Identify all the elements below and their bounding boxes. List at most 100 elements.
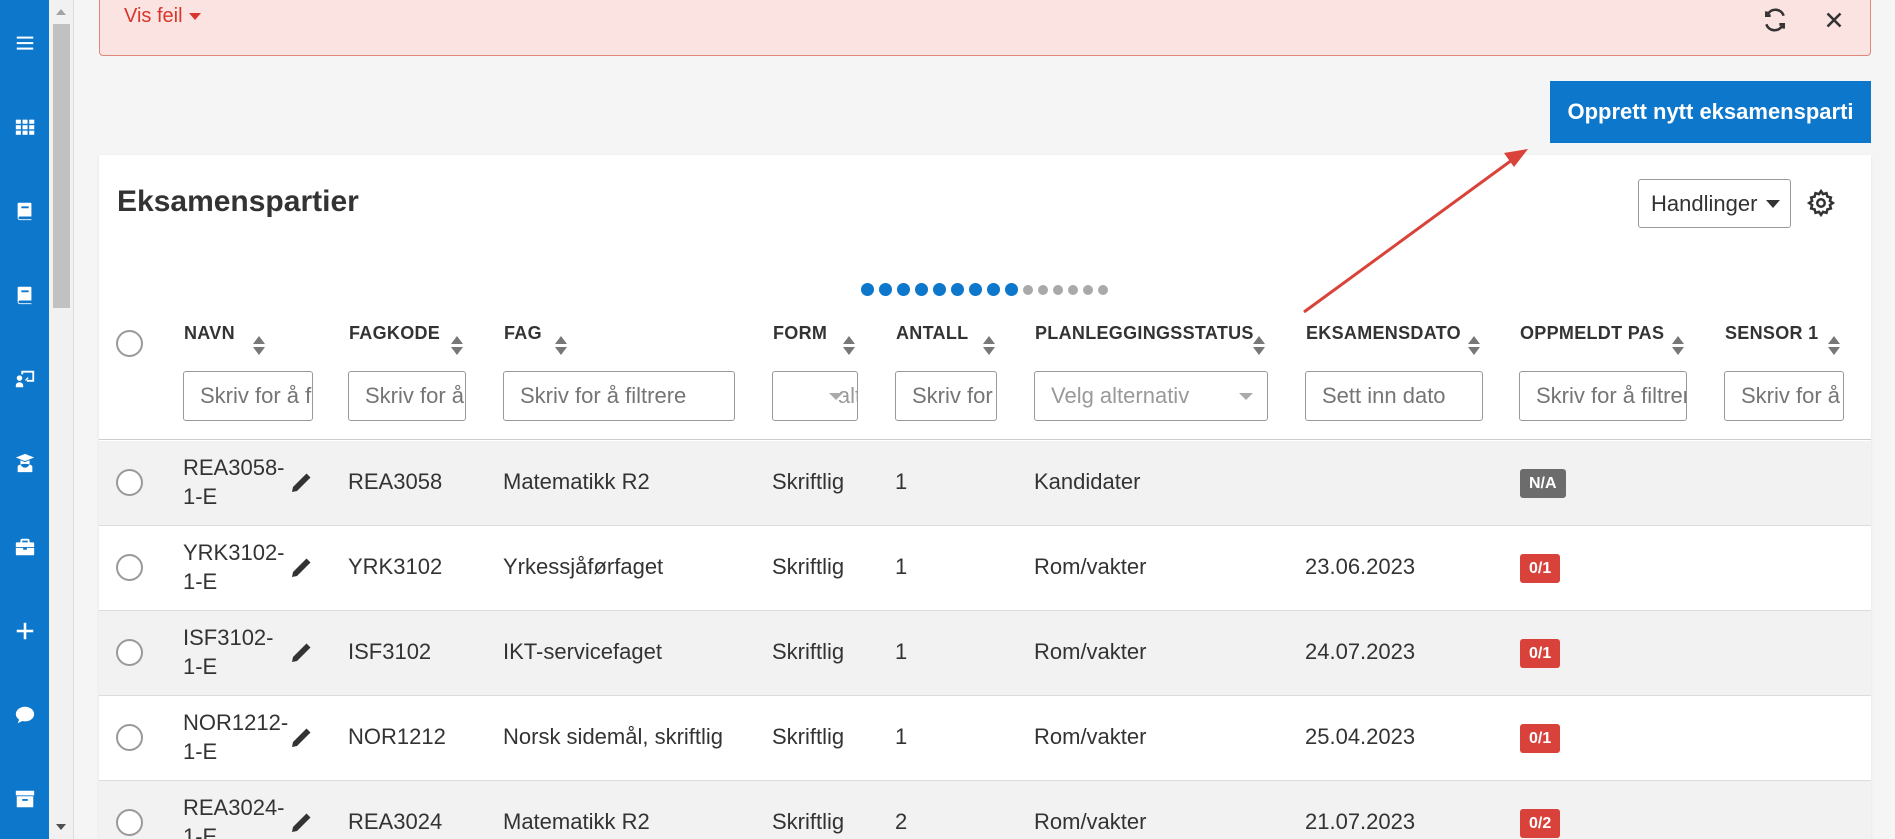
pager-dot[interactable] [861,283,874,296]
row-checkbox[interactable] [116,809,143,836]
chat-icon [15,706,34,724]
chevron-down-icon [829,393,843,400]
edit-icon[interactable] [289,726,313,750]
page-title: Eksamenspartier [117,185,359,218]
sort-icon[interactable] [451,336,463,356]
caret-down-icon [188,13,201,20]
table-row[interactable]: REA3058-1-E REA3058 Matematikk R2 Skriftlig… [99,441,1871,526]
close-icon [1826,12,1842,28]
pager-dot[interactable] [915,283,928,296]
sort-icon[interactable] [1253,336,1265,356]
column-header-fagkode[interactable]: FAGKODE [349,323,440,344]
filter-form-select[interactable]: Velg alternativ [772,371,858,421]
status-badge: 0/1 [1520,554,1561,583]
sidebar-item-book-1[interactable] [0,191,49,231]
sidebar-item-archive[interactable] [0,779,49,819]
gear-icon [1806,188,1836,218]
actions-dropdown[interactable]: Handlinger [1638,179,1791,228]
edit-icon[interactable] [289,556,313,580]
cell-form: Skriftlig [772,809,845,834]
table-row[interactable]: NOR1212-1-E NOR1212 Norsk sidemål, skriftl… [99,696,1871,781]
pager-dot[interactable] [879,283,892,296]
column-header-eksamensdato[interactable]: EKSAMENSDATO [1306,323,1461,344]
table-row[interactable]: YRK3102-1-E YRK3102 Yrkessjåførfaget Skrift… [99,526,1871,611]
filter-navn-input[interactable] [183,371,313,421]
error-banner: Vis feil [99,0,1871,56]
sort-icon[interactable] [555,336,567,356]
status-badge: 0/2 [1520,809,1561,838]
cell-antall: 1 [895,639,908,664]
filter-antall-input[interactable] [895,371,997,421]
column-header-sensor1[interactable]: SENSOR 1 [1725,323,1818,344]
pager-dot[interactable] [987,283,1000,296]
pager-dot[interactable] [1053,285,1063,295]
pager-dot[interactable] [1083,285,1093,295]
table-row[interactable]: ISF3102-1-E ISF3102 IKT-servicefaget Skrift… [99,611,1871,696]
book-icon [17,202,31,221]
column-header-navn[interactable]: NAVN [184,323,235,344]
cell-antall: 2 [895,809,908,834]
scrollbar-thumb[interactable] [53,24,70,308]
filter-oppmeldt-input[interactable] [1519,371,1687,421]
filter-fagkode-input[interactable] [348,371,466,421]
column-header-oppmeldt[interactable]: OPPMELDT PAS [1520,323,1664,344]
pager-dot[interactable] [1038,285,1048,295]
column-label: ANTALL [896,323,969,343]
vertical-scrollbar[interactable] [49,0,74,839]
refresh-button[interactable] [1758,3,1792,37]
sort-icon[interactable] [1828,336,1840,356]
pager-dot[interactable] [1023,285,1033,295]
sort-icon[interactable] [1672,336,1684,356]
pager-dot[interactable] [969,283,982,296]
sidebar-item-menu[interactable] [0,23,49,63]
filter-date-input[interactable] [1305,371,1483,421]
column-pager[interactable] [861,283,1108,296]
sidebar-item-add[interactable] [0,611,49,651]
column-label: SENSOR 1 [1725,323,1819,343]
sidebar-item-graduate[interactable] [0,443,49,483]
row-checkbox[interactable] [116,554,143,581]
filter-sensor1-input[interactable] [1724,371,1844,421]
cell-fag: Matematikk R2 [503,469,650,494]
sidebar-item-chat[interactable] [0,695,49,735]
column-header-planleggingsstatus[interactable]: PLANLEGGINGSSTATUS [1035,323,1254,344]
column-header-antall[interactable]: ANTALL [896,323,968,344]
table-row[interactable]: REA3024-1-E REA3024 Matematikk R2 Skriftlig… [99,781,1871,839]
sort-icon[interactable] [843,336,855,356]
sidebar-item-dashboard[interactable] [0,107,49,147]
cell-fag: Yrkessjåførfaget [503,554,664,579]
scroll-down-icon[interactable] [56,824,66,830]
sidebar-item-book-2[interactable] [0,275,49,315]
pager-dot[interactable] [897,283,910,296]
row-checkbox[interactable] [116,469,143,496]
pager-dot[interactable] [1098,285,1108,295]
sidebar-item-teacher[interactable] [0,359,49,399]
filter-fag-input[interactable] [503,371,735,421]
row-checkbox[interactable] [116,724,143,751]
select-all-checkbox[interactable] [116,330,143,357]
graduate-icon [15,453,34,473]
settings-button[interactable] [1806,188,1836,218]
column-label: PLANLEGGINGSSTATUS [1035,323,1254,343]
pager-dot[interactable] [1005,283,1018,296]
sort-icon[interactable] [983,336,995,356]
pager-dot[interactable] [951,283,964,296]
refresh-icon [1765,8,1785,32]
column-header-form[interactable]: FORM [773,323,827,344]
edit-icon[interactable] [289,471,313,495]
scroll-up-icon[interactable] [56,9,66,15]
sort-icon[interactable] [1468,336,1480,356]
sidebar-item-briefcase[interactable] [0,527,49,567]
create-exam-group-button[interactable]: Opprett nytt eksamensparti [1550,81,1871,143]
pager-dot[interactable] [933,283,946,296]
edit-icon[interactable] [289,811,313,835]
show-errors-toggle[interactable]: Vis feil [124,5,201,28]
sort-icon[interactable] [253,336,265,356]
close-error-button[interactable] [1817,3,1851,37]
pager-dot[interactable] [1068,285,1078,295]
filter-status-select[interactable]: Velg alternativ [1034,371,1268,421]
column-header-fag[interactable]: FAG [504,323,542,344]
row-checkbox[interactable] [116,639,143,666]
edit-icon[interactable] [289,641,313,665]
cell-form: Skriftlig [772,639,845,664]
